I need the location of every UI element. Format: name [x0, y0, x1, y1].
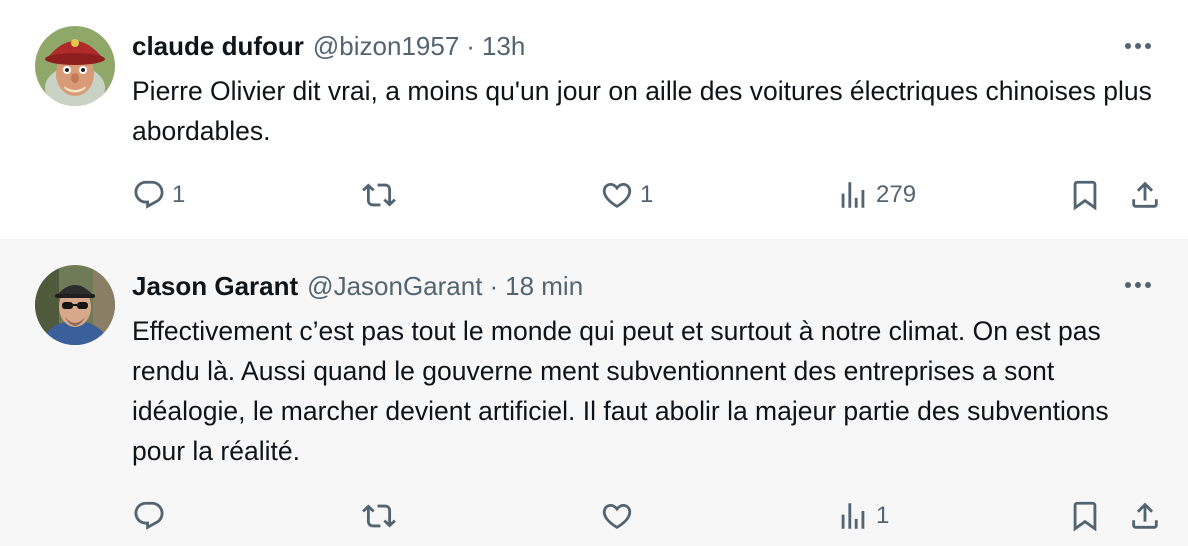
timestamp[interactable]: 13h: [482, 31, 525, 62]
avatar-photo-man-cap-sunglasses-icon: [35, 265, 115, 345]
views-count: 1: [876, 502, 890, 529]
share-icon: [1132, 502, 1158, 529]
views-icon: [841, 182, 865, 208]
tweet-header: claude dufour @bizon1957 · 13h: [132, 28, 525, 64]
avatar[interactable]: [35, 26, 115, 106]
tweet-actions: 1: [132, 496, 1168, 536]
more-icon: [1125, 43, 1151, 49]
share-button[interactable]: [1128, 175, 1162, 215]
bookmark-button[interactable]: [1068, 175, 1102, 215]
views-icon: [841, 503, 865, 529]
display-name[interactable]: Jason Garant: [132, 271, 298, 302]
separator: ·: [466, 30, 475, 61]
bookmark-icon: [1073, 180, 1097, 211]
heart-icon: [602, 503, 632, 529]
views-button[interactable]: 279: [836, 175, 916, 215]
retweet-button[interactable]: [362, 175, 402, 215]
tweet[interactable]: claude dufour @bizon1957 · 13h Pierre Ol…: [0, 0, 1188, 239]
retweet-icon: [362, 183, 396, 207]
more-button[interactable]: [1120, 267, 1156, 303]
like-button[interactable]: [600, 496, 640, 536]
avatar[interactable]: [35, 265, 115, 345]
share-button[interactable]: [1128, 496, 1162, 536]
reply-button[interactable]: 1: [132, 175, 185, 215]
bookmark-icon: [1073, 501, 1097, 532]
separator: ·: [489, 270, 499, 301]
retweet-icon: [362, 504, 396, 528]
reply-feed: claude dufour @bizon1957 · 13h Pierre Ol…: [0, 0, 1188, 546]
like-button[interactable]: 1: [600, 175, 653, 215]
timestamp[interactable]: 18 min: [505, 271, 583, 302]
views-button[interactable]: 1: [836, 496, 889, 536]
reply-icon: [134, 501, 164, 530]
reply-button[interactable]: [132, 496, 172, 536]
tweet-actions: 1 1 279: [132, 175, 1168, 215]
share-icon: [1132, 181, 1158, 208]
reply-count: 1: [172, 181, 186, 208]
user-handle[interactable]: @JasonGarant: [307, 271, 482, 302]
more-icon: [1125, 282, 1151, 288]
reply-icon: [134, 180, 164, 209]
heart-icon: [602, 182, 632, 208]
tweet[interactable]: Jason Garant @JasonGarant · 18 min Effec…: [0, 239, 1188, 546]
tweet-header: Jason Garant @JasonGarant · 18 min: [132, 268, 583, 304]
display-name[interactable]: claude dufour: [132, 31, 304, 62]
bookmark-button[interactable]: [1068, 496, 1102, 536]
user-handle[interactable]: @bizon1957: [313, 31, 459, 62]
avatar-hat-caricature-icon: [35, 26, 115, 106]
tweet-text: Effectivement c’est pas tout le monde qu…: [132, 316, 1109, 466]
retweet-button[interactable]: [362, 496, 402, 536]
views-count: 279: [876, 181, 917, 208]
more-button[interactable]: [1120, 28, 1156, 64]
like-count: 1: [640, 181, 654, 208]
tweet-text: Pierre Olivier dit vrai, a moins qu'un j…: [132, 76, 1152, 146]
